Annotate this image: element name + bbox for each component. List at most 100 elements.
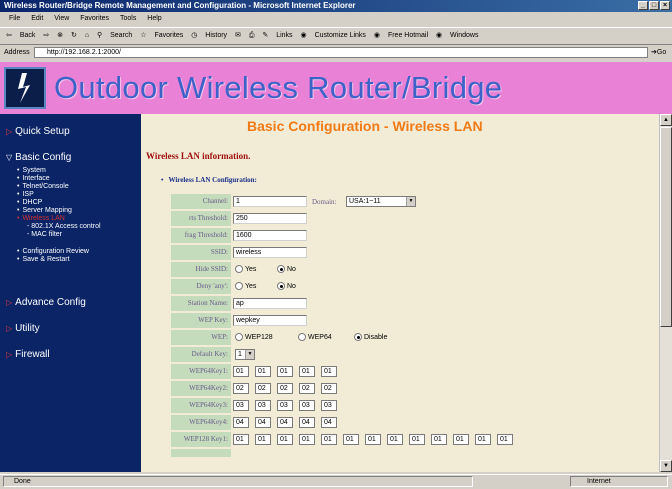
history-button[interactable]: ◷ History [191,28,227,44]
wep-disable-label: Disable [364,334,388,341]
station-name-field[interactable]: ap [233,298,307,309]
wep64-key2-byte[interactable]: 02 [321,383,337,394]
refresh-icon[interactable]: ↻ [71,28,77,44]
wep64-key1-byte[interactable]: 01 [255,366,271,377]
nav-8021x[interactable]: - 802.1X Access control [27,223,101,231]
menu-view[interactable]: View [54,13,69,25]
wep128-key1-byte[interactable]: 01 [409,434,425,445]
wep128-key1-byte[interactable]: 01 [497,434,513,445]
wep64-key3-byte[interactable]: 03 [321,400,337,411]
minimize-button[interactable]: _ [638,1,648,10]
print-icon[interactable]: ⎙ [249,28,255,44]
nav-firewall[interactable]: ▷ Firewall [6,349,50,360]
frag-field[interactable]: 1600 [233,230,307,241]
maximize-button[interactable]: □ [649,1,659,10]
wep64-key3-byte[interactable]: 03 [277,400,293,411]
deny-any-yes-radio[interactable]: Yes [235,281,256,292]
wep128-key1-byte[interactable]: 01 [255,434,271,445]
wep128-key1-byte[interactable]: 01 [453,434,469,445]
wep64-key3-byte[interactable]: 03 [255,400,271,411]
nav-basic-config[interactable]: ▽ Basic Config [6,152,71,163]
nav-system[interactable]: • System [17,167,46,175]
nav-utility[interactable]: ▷ Utility [6,323,40,334]
wep64-key2-byte[interactable]: 02 [255,383,271,394]
wep64-key2-byte[interactable]: 02 [299,383,315,394]
edit-icon[interactable]: ✎ [262,28,268,44]
nav-server-mapping[interactable]: • Server Mapping [17,207,72,215]
wep64-key3-byte[interactable]: 03 [233,400,249,411]
wep64-key2-byte[interactable]: 02 [277,383,293,394]
radio-icon [235,265,243,274]
windows-link[interactable]: ◉ Windows [436,28,478,44]
wep64-key4-byte[interactable]: 04 [299,417,315,428]
mail-icon[interactable]: ✉ [235,28,241,44]
wep128-key1-byte[interactable]: 01 [387,434,403,445]
nav-telnet[interactable]: • Telnet/Console [17,183,69,191]
wep128-key1-byte[interactable]: 01 [321,434,337,445]
wep64-key4-byte[interactable]: 04 [277,417,293,428]
wep-disable-radio[interactable]: Disable [354,332,387,343]
radio-checked-icon [354,333,362,342]
default-key-select[interactable]: 1 ▼ [235,349,255,360]
wep128-key1-byte[interactable]: 01 [277,434,293,445]
domain-select[interactable]: USA:1~11 ▼ [346,196,416,207]
wep64-key1-byte[interactable]: 01 [233,366,249,377]
favorites-button[interactable]: ☆ Favorites [140,28,183,44]
wep64-key4-byte[interactable]: 04 [233,417,249,428]
menu-favorites[interactable]: Favorites [80,13,109,25]
menu-edit[interactable]: Edit [31,13,43,25]
deny-any-no-radio[interactable]: No [277,281,296,292]
scroll-thumb[interactable] [660,127,672,327]
close-button[interactable]: × [660,1,670,10]
wep64-key4-byte[interactable]: 04 [255,417,271,428]
back-button[interactable]: ⇦ Back [6,28,35,44]
wep128-key1-byte[interactable]: 01 [475,434,491,445]
hide-ssid-no-radio[interactable]: No [277,264,296,275]
go-button[interactable]: ➔Go [651,45,666,60]
nav-save-restart[interactable]: • Save & Restart [17,256,70,264]
wep64-key1-byte[interactable]: 01 [277,366,293,377]
wep128-radio[interactable]: WEP128 [235,332,273,343]
customize-links-link[interactable]: ◉ Customize Links [301,28,366,44]
scroll-up-icon[interactable]: ▲ [660,114,672,126]
channel-field[interactable]: 1 [233,196,307,207]
wep64-key1-byte[interactable]: 01 [321,366,337,377]
wep-key-field[interactable]: wepkey [233,315,307,326]
search-button[interactable]: ⚲ Search [97,28,132,44]
nav-advance-config[interactable]: ▷ Advance Config [6,297,86,308]
hide-ssid-yes-radio[interactable]: Yes [235,264,256,275]
rts-label: rts Threshold: [171,211,231,226]
wep64-radio[interactable]: WEP64 [298,332,332,343]
nav-dhcp[interactable]: • DHCP [17,199,42,207]
address-input[interactable]: http://192.168.2.1:2000/ [34,47,648,58]
wep64-key2-byte[interactable]: 02 [233,383,249,394]
nav-mac-filter[interactable]: - MAC filter [27,231,62,239]
vertical-scrollbar[interactable]: ▲ ▼ [659,114,672,472]
wep64-key1-byte[interactable]: 01 [299,366,315,377]
menu-tools[interactable]: Tools [120,13,136,25]
rts-field[interactable]: 250 [233,213,307,224]
menu-file[interactable]: File [9,13,20,25]
wep128-key1-byte[interactable]: 01 [431,434,447,445]
wep128-key1-byte[interactable]: 01 [299,434,315,445]
forward-button[interactable]: ⇨ [43,28,49,44]
nav-interface[interactable]: • Interface [17,175,50,183]
ssid-field[interactable]: wireless [233,247,307,258]
wep-key-label: WEP Key: [171,313,231,328]
nav-isp[interactable]: • ISP [17,191,34,199]
menu-help[interactable]: Help [147,13,161,25]
nav-quick-setup[interactable]: ▷ Quick Setup [6,126,70,137]
scroll-down-icon[interactable]: ▼ [660,460,672,472]
stop-icon[interactable]: ⊗ [57,28,63,44]
wep64-key3-byte[interactable]: 03 [299,400,315,411]
chevron-down-icon: ▼ [245,350,254,359]
free-hotmail-link[interactable]: ◉ Free Hotmail [374,28,428,44]
nav-config-review[interactable]: • Configuration Review [17,248,89,256]
wep128-key1-byte[interactable]: 01 [365,434,381,445]
wep128-key1-byte[interactable]: 01 [343,434,359,445]
nav-wireless-lan[interactable]: • Wireless LAN [17,215,65,223]
home-icon[interactable]: ⌂ [85,28,89,44]
arrow-right-icon: ▷ [6,298,13,307]
wep64-key4-byte[interactable]: 04 [321,417,337,428]
wep128-key1-byte[interactable]: 01 [233,434,249,445]
